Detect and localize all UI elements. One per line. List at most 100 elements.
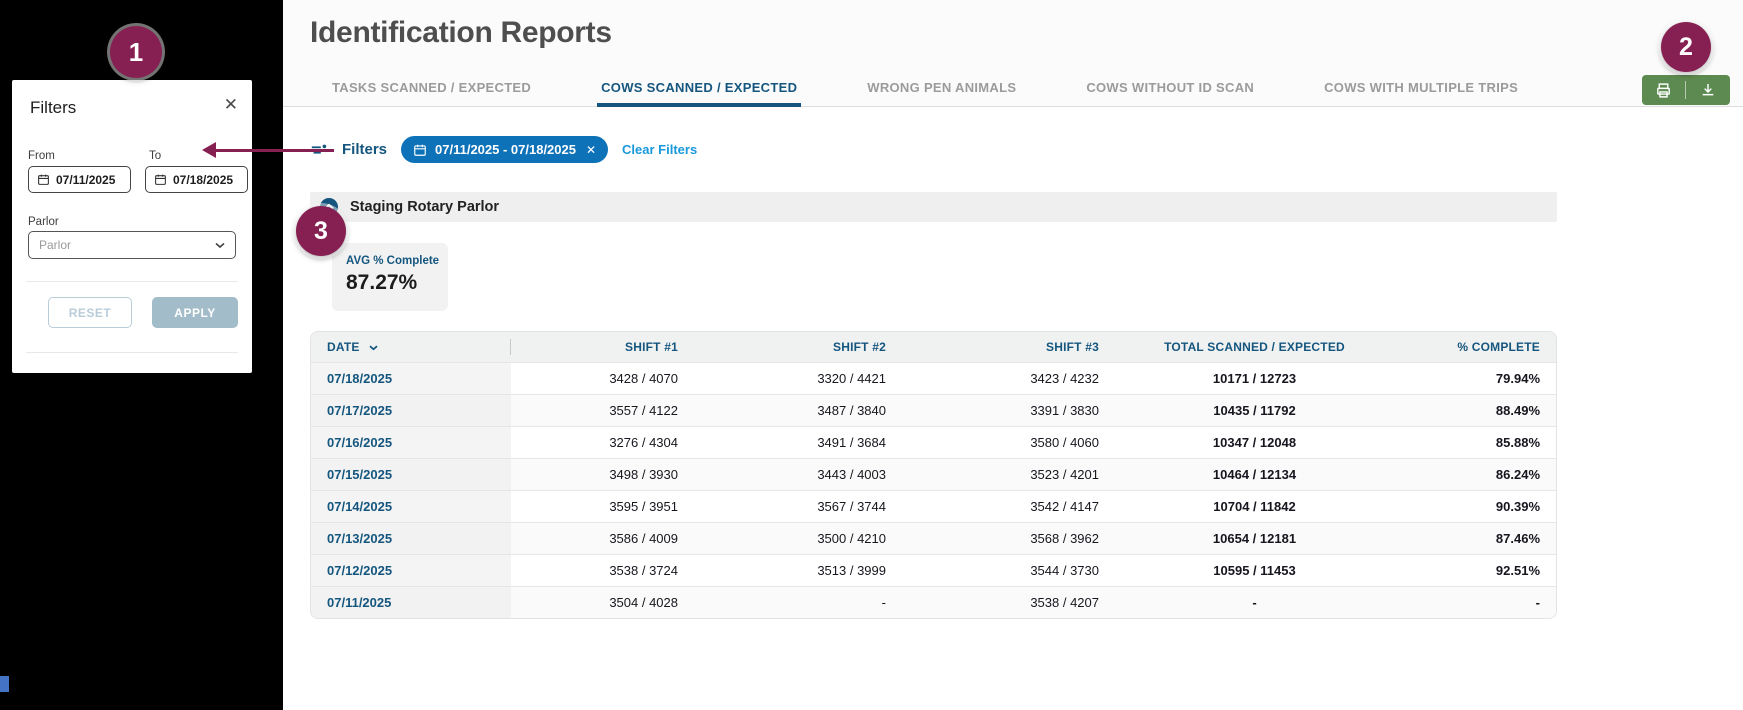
shift3-value: 3544 / 3730 — [914, 554, 1131, 586]
divider — [26, 281, 238, 282]
date-link[interactable]: 07/12/2025 — [311, 554, 511, 586]
to-date-value: 07/18/2025 — [173, 173, 233, 187]
background-window-fragment — [0, 676, 9, 692]
parlor-section-header[interactable]: Staging Rotary Parlor — [310, 192, 1557, 222]
tab-bar: TASKS SCANNED / EXPECTED COWS SCANNED / … — [328, 80, 1522, 107]
table-row: 07/14/2025 3595 / 3951 3567 / 3744 3542 … — [311, 490, 1557, 522]
sort-chevron-down-icon — [369, 344, 378, 351]
column-header-total: TOTAL SCANNED / EXPECTED — [1131, 332, 1378, 362]
date-link[interactable]: 07/14/2025 — [311, 490, 511, 522]
tab-cows-scanned-expected[interactable]: COWS SCANNED / EXPECTED — [597, 80, 801, 107]
print-button[interactable] — [1642, 75, 1685, 105]
export-button-group — [1642, 75, 1730, 105]
callout-2-badge: 2 — [1661, 22, 1711, 72]
from-date-field[interactable]: 07/11/2025 — [28, 166, 131, 193]
chevron-down-icon — [215, 241, 225, 249]
shift3-value: 3538 / 4207 — [914, 586, 1131, 618]
table-row: 07/12/2025 3538 / 3724 3513 / 3999 3544 … — [311, 554, 1557, 586]
shift3-value: 3523 / 4201 — [914, 458, 1131, 490]
annotation-arrow-line — [216, 149, 334, 152]
filters-bar: Filters 07/11/2025 - 07/18/2025 ✕ Clear … — [310, 136, 697, 163]
shift2-value: 3443 / 4003 — [706, 458, 914, 490]
shift3-value: 3542 / 4147 — [914, 490, 1131, 522]
annotation-arrow-head — [202, 142, 216, 158]
shift2-value: - — [706, 586, 914, 618]
to-label: To — [149, 150, 161, 162]
shift2-value: 3567 / 3744 — [706, 490, 914, 522]
shift1-value: 3586 / 4009 — [511, 522, 706, 554]
parlor-select[interactable]: Parlor — [28, 231, 236, 259]
shift1-value: 3498 / 3930 — [511, 458, 706, 490]
scanned-expected-table: DATE SHIFT #1 SHIFT #2 SHIFT #3 TOTAL SC… — [310, 331, 1557, 619]
date-link[interactable]: 07/18/2025 — [311, 362, 511, 394]
complete-value: 90.39% — [1378, 490, 1557, 522]
download-button[interactable] — [1686, 75, 1729, 105]
table-row: 07/18/2025 3428 / 4070 3320 / 4421 3423 … — [311, 362, 1557, 394]
tab-cows-without-id-scan[interactable]: COWS WITHOUT ID SCAN — [1082, 80, 1258, 107]
column-header-complete: % COMPLETE — [1378, 332, 1557, 362]
printer-icon — [1655, 82, 1672, 99]
reset-button[interactable]: RESET — [48, 297, 132, 328]
close-icon[interactable]: ✕ — [224, 95, 238, 115]
column-header-date[interactable]: DATE — [311, 332, 511, 362]
clear-filters-link[interactable]: Clear Filters — [622, 142, 697, 157]
column-header-shift1: SHIFT #1 — [511, 332, 706, 362]
shift2-value: 3320 / 4421 — [706, 362, 914, 394]
date-range-filter-text: 07/11/2025 - 07/18/2025 — [435, 142, 576, 157]
filter-panel: Filters ✕ From To 07/11/2025 07/18/2025 … — [12, 80, 252, 373]
table-row: 07/11/2025 3504 / 4028 - 3538 / 4207 - - — [311, 586, 1557, 618]
date-link[interactable]: 07/15/2025 — [311, 458, 511, 490]
complete-value: 87.46% — [1378, 522, 1557, 554]
identification-reports-screen: Identification Reports TASKS SCANNED / E… — [0, 0, 1743, 710]
shift1-value: 3595 / 3951 — [511, 490, 706, 522]
column-header-shift2: SHIFT #2 — [706, 332, 914, 362]
apply-button[interactable]: APPLY — [152, 297, 238, 328]
table-header-row: DATE SHIFT #1 SHIFT #2 SHIFT #3 TOTAL SC… — [311, 332, 1557, 362]
total-value: 10435 / 11792 — [1131, 394, 1378, 426]
filters-label[interactable]: Filters — [342, 141, 387, 158]
complete-value: - — [1378, 586, 1557, 618]
date-range-filter-chip[interactable]: 07/11/2025 - 07/18/2025 ✕ — [401, 136, 608, 163]
to-date-field[interactable]: 07/18/2025 — [145, 166, 248, 193]
from-date-value: 07/11/2025 — [56, 173, 115, 187]
total-value: - — [1131, 586, 1378, 618]
complete-value: 88.49% — [1378, 394, 1557, 426]
tab-tasks-scanned-expected[interactable]: TASKS SCANNED / EXPECTED — [328, 80, 535, 107]
avg-complete-card: AVG % Complete 87.27% — [332, 243, 448, 311]
shift3-value: 3580 / 4060 — [914, 426, 1131, 458]
parlor-section-title: Staging Rotary Parlor — [350, 199, 499, 215]
shift1-value: 3557 / 4122 — [511, 394, 706, 426]
total-value: 10704 / 11842 — [1131, 490, 1378, 522]
shift2-value: 3491 / 3684 — [706, 426, 914, 458]
shift1-value: 3504 / 4028 — [511, 586, 706, 618]
calendar-icon — [154, 173, 167, 186]
total-value: 10595 / 11453 — [1131, 554, 1378, 586]
page-title: Identification Reports — [310, 16, 612, 50]
parlor-label: Parlor — [28, 216, 59, 228]
complete-value: 79.94% — [1378, 362, 1557, 394]
tab-cows-with-multiple-trips[interactable]: COWS WITH MULTIPLE TRIPS — [1320, 80, 1522, 107]
total-value: 10654 / 12181 — [1131, 522, 1378, 554]
shift1-value: 3276 / 4304 — [511, 426, 706, 458]
date-link[interactable]: 07/11/2025 — [311, 586, 511, 618]
shift1-value: 3428 / 4070 — [511, 362, 706, 394]
download-icon — [1700, 82, 1716, 98]
table-row: 07/15/2025 3498 / 3930 3443 / 4003 3523 … — [311, 458, 1557, 490]
calendar-icon — [37, 173, 50, 186]
from-label: From — [28, 150, 55, 162]
filter-panel-title: Filters — [30, 98, 76, 118]
chip-close-icon[interactable]: ✕ — [586, 143, 596, 157]
calendar-icon — [413, 143, 427, 157]
date-link[interactable]: 07/13/2025 — [311, 522, 511, 554]
date-link[interactable]: 07/17/2025 — [311, 394, 511, 426]
tab-wrong-pen-animals[interactable]: WRONG PEN ANIMALS — [863, 80, 1020, 107]
table-row: 07/17/2025 3557 / 4122 3487 / 3840 3391 … — [311, 394, 1557, 426]
table-row: 07/16/2025 3276 / 4304 3491 / 3684 3580 … — [311, 426, 1557, 458]
parlor-select-placeholder: Parlor — [39, 238, 71, 252]
date-link[interactable]: 07/16/2025 — [311, 426, 511, 458]
shift2-value: 3500 / 4210 — [706, 522, 914, 554]
table-row: 07/13/2025 3586 / 4009 3500 / 4210 3568 … — [311, 522, 1557, 554]
shift1-value: 3538 / 3724 — [511, 554, 706, 586]
total-value: 10347 / 12048 — [1131, 426, 1378, 458]
shift3-value: 3568 / 3962 — [914, 522, 1131, 554]
